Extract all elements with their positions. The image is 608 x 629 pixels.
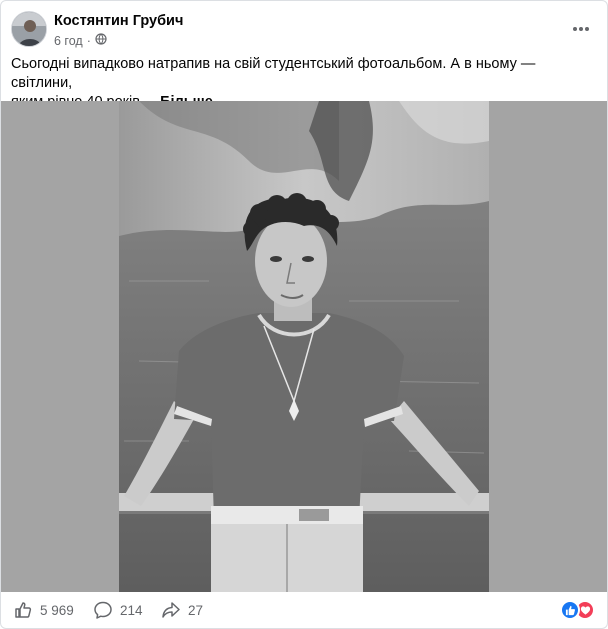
post-text-line1: Сьогодні випадково натрапив на свій студ… — [11, 56, 536, 91]
post-footer: 5 969 214 27 — [1, 592, 607, 628]
globe-icon — [95, 33, 107, 48]
more-horizontal-icon — [573, 27, 589, 31]
post-card: Костянтин Грубич 6 год · Сьогодні випадк… — [0, 0, 608, 629]
likes-count: 5 969 — [40, 602, 74, 618]
post-meta: 6 год · — [54, 33, 107, 48]
more-options-button[interactable] — [569, 17, 593, 41]
reactions-summary[interactable] — [560, 600, 595, 620]
author-avatar[interactable] — [11, 11, 47, 47]
author-name[interactable]: Костянтин Грубич — [54, 13, 183, 29]
meta-separator: · — [86, 33, 91, 48]
comment-button[interactable]: 214 — [93, 600, 143, 620]
comments-count: 214 — [120, 602, 143, 618]
comment-bubble-icon — [94, 601, 112, 619]
post-time[interactable]: 6 год — [54, 34, 83, 48]
like-button[interactable]: 5 969 — [13, 600, 74, 620]
post-photo[interactable] — [119, 101, 489, 592]
photo-container[interactable] — [1, 101, 607, 592]
share-arrow-icon — [162, 602, 180, 618]
share-button[interactable]: 27 — [161, 600, 203, 620]
shares-count: 27 — [188, 602, 204, 618]
like-reaction-icon — [560, 600, 580, 620]
post-header: Костянтин Грубич 6 год · — [11, 11, 597, 51]
thumbs-up-icon — [15, 602, 32, 618]
